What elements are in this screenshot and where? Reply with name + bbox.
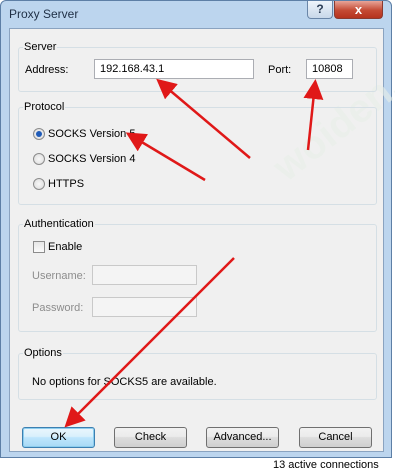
check-button[interactable]: Check [114,427,187,448]
help-button[interactable]: ? [307,1,333,19]
socks5-label[interactable]: SOCKS Version 5 [48,128,135,140]
title-bar[interactable]: Proxy Server ? x [1,1,391,27]
enable-label[interactable]: Enable [48,241,82,253]
protocol-group-label: Protocol [23,101,66,113]
username-label: Username: [32,270,86,282]
ok-button[interactable]: OK [22,427,95,448]
enable-checkbox[interactable] [33,241,45,253]
dialog-body: woiden.com Server Address: Port: Protoco… [9,13,395,452]
close-button[interactable]: x [334,1,383,19]
radio-selected-dot [36,131,42,137]
address-label: Address: [25,64,69,76]
cancel-button[interactable]: Cancel [299,427,372,448]
status-text: 13 active connections [273,459,379,471]
address-input[interactable] [94,59,254,79]
https-label[interactable]: HTTPS [48,178,84,190]
port-input[interactable] [306,59,353,79]
password-label: Password: [32,302,84,314]
socks4-radio[interactable] [33,153,45,165]
window-title: Proxy Server [9,7,79,21]
password-input[interactable] [92,297,197,317]
socks4-label[interactable]: SOCKS Version 4 [48,153,135,165]
status-bar: 13 active connections [0,458,395,473]
dialog-window: Proxy Server ? x woiden.com Server Addre… [0,0,395,458]
advanced-button[interactable]: Advanced... [206,427,279,448]
authentication-group-label: Authentication [23,218,95,230]
socks5-radio[interactable] [33,128,45,140]
server-group-label: Server [23,41,58,53]
options-group-label: Options [23,347,63,359]
port-label: Port: [268,64,292,76]
options-message: No options for SOCKS5 are available. [32,376,217,388]
username-input[interactable] [92,265,197,285]
https-radio[interactable] [33,178,45,190]
